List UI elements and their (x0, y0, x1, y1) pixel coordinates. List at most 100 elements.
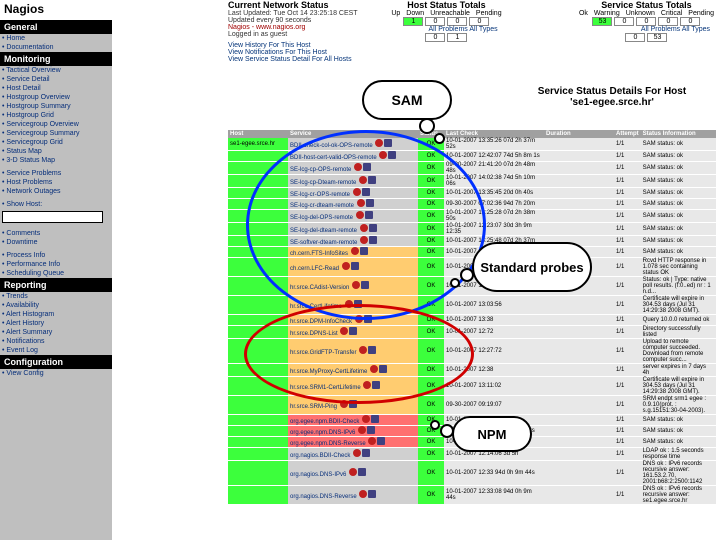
service-cell[interactable]: hr.srce.SRM-Ping (288, 396, 418, 415)
search-input[interactable] (2, 211, 103, 223)
nav-alert-summary[interactable]: • Alert Summary (0, 328, 112, 337)
note-icon[interactable] (367, 426, 375, 434)
ack-icon[interactable] (357, 199, 365, 207)
nav-hostgroup-summary[interactable]: • Hostgroup Summary (0, 102, 112, 111)
nav-scheduling-queue[interactable]: • Scheduling Queue (0, 269, 112, 278)
col-attempt[interactable]: Attempt (614, 130, 641, 138)
host-cell[interactable]: se1-egee.srce.hr (228, 138, 288, 151)
service-cell[interactable]: org.egee.npm.BDII-Check (288, 415, 418, 426)
nav-servicegroup-grid[interactable]: • Servicegroup Grid (0, 138, 112, 147)
service-cell[interactable]: SE-lcg-cp-Dteam-remote (288, 175, 418, 188)
nav-status-map[interactable]: • Status Map (0, 147, 112, 156)
svc-warn-count[interactable]: 0 (614, 17, 634, 26)
note-icon[interactable] (365, 211, 373, 219)
service-cell[interactable]: ch.cern.FTS-InfoSites (288, 247, 418, 258)
host-cell[interactable] (228, 296, 288, 315)
ack-icon[interactable] (355, 315, 363, 323)
note-icon[interactable] (362, 449, 370, 457)
ack-icon[interactable] (351, 247, 359, 255)
service-cell[interactable]: SE-lcg-cr-OPS-remote (288, 188, 418, 199)
nav-hostgroup-grid[interactable]: • Hostgroup Grid (0, 111, 112, 120)
note-icon[interactable] (368, 346, 376, 354)
nav-service-detail[interactable]: • Service Detail (0, 75, 112, 84)
nav-host-detail[interactable]: • Host Detail (0, 84, 112, 93)
col-last-check[interactable]: Last Check (444, 130, 544, 138)
ack-icon[interactable] (359, 346, 367, 354)
note-icon[interactable] (349, 400, 357, 408)
note-icon[interactable] (368, 490, 376, 498)
host-cell[interactable] (228, 247, 288, 258)
service-cell[interactable]: hr.srce.SRM1-CertLifetime (288, 377, 418, 396)
note-icon[interactable] (369, 236, 377, 244)
nav-notifications[interactable]: • Notifications (0, 337, 112, 346)
host-cell[interactable] (228, 426, 288, 437)
ack-icon[interactable] (340, 400, 348, 408)
col-status[interactable]: Status (418, 130, 444, 138)
ack-icon[interactable] (353, 188, 361, 196)
host-cell[interactable] (228, 377, 288, 396)
note-icon[interactable] (363, 163, 371, 171)
nav-servicegroup-overview[interactable]: • Servicegroup Overview (0, 120, 112, 129)
service-cell[interactable]: SE-lcg-del-OPS-remote (288, 210, 418, 223)
ack-icon[interactable] (359, 176, 367, 184)
service-cell[interactable]: hr.srce.DPM-InfoCheck (288, 315, 418, 326)
note-icon[interactable] (358, 468, 366, 476)
ack-icon[interactable] (362, 415, 370, 423)
service-cell[interactable]: SE-lcg-cp-OPS-remote (288, 162, 418, 175)
host-cell[interactable] (228, 175, 288, 188)
host-cell[interactable] (228, 339, 288, 364)
host-cell[interactable] (228, 223, 288, 236)
ack-icon[interactable] (345, 300, 353, 308)
svc-unk-count[interactable]: 0 (636, 17, 656, 26)
nav-downtime[interactable]: • Downtime (0, 238, 112, 247)
service-cell[interactable]: org.egee.npm.DNS-IPv6 (288, 426, 418, 437)
host-cell[interactable] (228, 448, 288, 461)
nav-network-outages[interactable]: • Network Outages (0, 187, 112, 196)
service-cell[interactable]: hr.srce.GridFTP-Transfer (288, 339, 418, 364)
nav-trends[interactable]: • Trends (0, 292, 112, 301)
note-icon[interactable] (361, 281, 369, 289)
host-cell[interactable] (228, 236, 288, 247)
service-cell[interactable]: org.egee.npm.DNS-Reverse (288, 437, 418, 448)
note-icon[interactable] (371, 415, 379, 423)
host-cell[interactable] (228, 277, 288, 296)
link-view-notifications[interactable]: View Notifications For This Host (228, 49, 408, 56)
ack-icon[interactable] (360, 236, 368, 244)
note-icon[interactable] (372, 381, 380, 389)
host-cell[interactable] (228, 437, 288, 448)
host-cell[interactable] (228, 151, 288, 162)
note-icon[interactable] (351, 262, 359, 270)
nav-availability[interactable]: • Availability (0, 301, 112, 310)
host-unreach-count[interactable]: 0 (447, 17, 467, 26)
ack-icon[interactable] (360, 224, 368, 232)
note-icon[interactable] (369, 224, 377, 232)
nav-home[interactable]: • Home (0, 34, 112, 43)
link-view-history[interactable]: View History For This Host (228, 42, 408, 49)
nav-performance-info[interactable]: • Performance Info (0, 260, 112, 269)
host-cell[interactable] (228, 258, 288, 277)
svc-crit-count[interactable]: 0 (658, 17, 678, 26)
host-cell[interactable] (228, 315, 288, 326)
host-cell[interactable] (228, 326, 288, 339)
nav-tactical-overview[interactable]: • Tactical Overview (0, 66, 112, 75)
nav-servicegroup-summary[interactable]: • Servicegroup Summary (0, 129, 112, 138)
col-status-information[interactable]: Status Information (641, 130, 716, 138)
ack-icon[interactable] (353, 449, 361, 457)
host-cell[interactable] (228, 364, 288, 377)
ack-icon[interactable] (370, 365, 378, 373)
service-cell[interactable]: hr.srce.CertLifetime (288, 296, 418, 315)
note-icon[interactable] (379, 365, 387, 373)
nav-hostgroup-overview[interactable]: • Hostgroup Overview (0, 93, 112, 102)
host-cell[interactable] (228, 396, 288, 415)
ack-icon[interactable] (340, 327, 348, 335)
ack-icon[interactable] (359, 490, 367, 498)
ack-icon[interactable] (356, 211, 364, 219)
service-cell[interactable]: hr.srce.DPNS-List (288, 326, 418, 339)
ack-icon[interactable] (358, 426, 366, 434)
note-icon[interactable] (364, 315, 372, 323)
service-cell[interactable]: org.nagios.DNS-Reverse (288, 486, 418, 505)
nav-3-d-status-map[interactable]: • 3-D Status Map (0, 156, 112, 165)
note-icon[interactable] (349, 327, 357, 335)
host-cell[interactable] (228, 486, 288, 505)
ack-icon[interactable] (342, 262, 350, 270)
